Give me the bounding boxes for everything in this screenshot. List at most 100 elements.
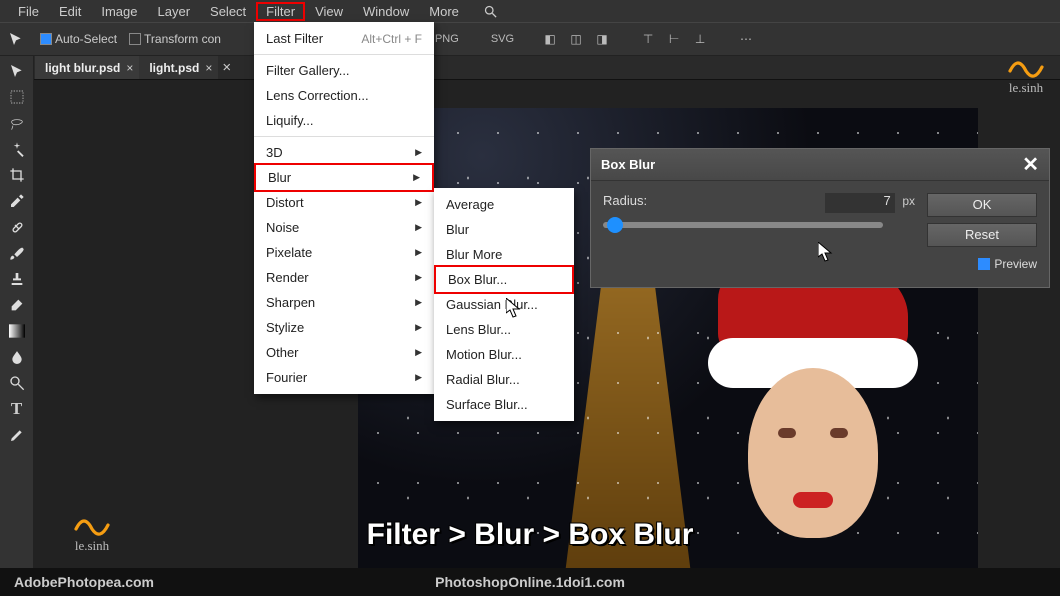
move-tool[interactable] bbox=[3, 59, 31, 83]
menu-gaussian-blur[interactable]: Gaussian Blur... bbox=[434, 292, 574, 317]
submenu-sharpen[interactable]: Sharpen bbox=[254, 290, 434, 315]
menu-filter-gallery[interactable]: Filter Gallery... bbox=[254, 58, 434, 83]
auto-select-checkbox[interactable]: Auto-Select bbox=[40, 32, 117, 46]
box-blur-dialog: Box Blur ✕ Radius: 7 px OK Reset Preview bbox=[590, 148, 1050, 288]
blur-submenu: Average Blur Blur More Box Blur... Gauss… bbox=[434, 188, 574, 421]
radius-label: Radius: bbox=[603, 193, 647, 208]
align-right-icon[interactable]: ◨ bbox=[592, 29, 612, 49]
menu-layer[interactable]: Layer bbox=[148, 2, 201, 21]
menu-liquify[interactable]: Liquify... bbox=[254, 108, 434, 133]
slider-thumb[interactable] bbox=[607, 217, 623, 233]
menu-item-label: Sharpen bbox=[266, 295, 315, 310]
align-bottom-icon[interactable]: ⊥ bbox=[690, 29, 710, 49]
menu-item-label: Pixelate bbox=[266, 245, 312, 260]
crop-tool[interactable] bbox=[3, 163, 31, 187]
menu-lens-correction[interactable]: Lens Correction... bbox=[254, 83, 434, 108]
submenu-3d[interactable]: 3D bbox=[254, 140, 434, 165]
reset-button[interactable]: Reset bbox=[927, 223, 1037, 247]
menu-select[interactable]: Select bbox=[200, 2, 256, 21]
menu-radial-blur[interactable]: Radial Blur... bbox=[434, 367, 574, 392]
menu-view[interactable]: View bbox=[305, 2, 353, 21]
menu-image[interactable]: Image bbox=[91, 2, 147, 21]
close-icon[interactable]: ✕ bbox=[1022, 152, 1039, 177]
submenu-noise[interactable]: Noise bbox=[254, 215, 434, 240]
menu-box-blur[interactable]: Box Blur... bbox=[434, 265, 574, 294]
pen-tool[interactable] bbox=[3, 423, 31, 447]
export-svg-label: SVG bbox=[491, 33, 514, 45]
submenu-fourier[interactable]: Fourier bbox=[254, 365, 434, 390]
blur-tool[interactable] bbox=[3, 345, 31, 369]
submenu-render[interactable]: Render bbox=[254, 265, 434, 290]
dodge-tool[interactable] bbox=[3, 371, 31, 395]
submenu-distort[interactable]: Distort bbox=[254, 190, 434, 215]
options-toolbar: Auto-Select Transform con PNG SVG ◧ ◫ ◨ … bbox=[0, 22, 1060, 56]
wand-tool[interactable] bbox=[3, 137, 31, 161]
menu-item-label: Fourier bbox=[266, 370, 307, 385]
menu-window[interactable]: Window bbox=[353, 2, 419, 21]
search-icon[interactable] bbox=[473, 2, 508, 21]
heal-tool[interactable] bbox=[3, 215, 31, 239]
menu-file[interactable]: File bbox=[8, 2, 49, 21]
menu-lens-blur[interactable]: Lens Blur... bbox=[434, 317, 574, 342]
align-center-icon[interactable]: ◫ bbox=[566, 29, 586, 49]
preview-label: Preview bbox=[994, 257, 1037, 271]
eraser-tool[interactable] bbox=[3, 293, 31, 317]
document-tabbar: light blur.psd × light.psd × × bbox=[0, 56, 1060, 80]
align-middle-icon[interactable]: ⊢ bbox=[664, 29, 684, 49]
menu-item-label: Liquify... bbox=[266, 113, 313, 128]
radius-slider[interactable] bbox=[603, 222, 883, 228]
transform-controls-label: Transform con bbox=[144, 32, 221, 46]
footer-left: AdobePhotopea.com bbox=[14, 574, 154, 590]
menu-item-label: Render bbox=[266, 270, 309, 285]
submenu-other[interactable]: Other bbox=[254, 340, 434, 365]
brush-tool[interactable] bbox=[3, 241, 31, 265]
menu-blur-more[interactable]: Blur More bbox=[434, 242, 574, 267]
close-icon[interactable]: × bbox=[126, 61, 133, 75]
menu-item-label: 3D bbox=[266, 145, 283, 160]
submenu-blur[interactable]: Blur bbox=[254, 163, 434, 192]
menu-item-label: Other bbox=[266, 345, 299, 360]
ok-button[interactable]: OK bbox=[927, 193, 1037, 217]
menu-average[interactable]: Average bbox=[434, 192, 574, 217]
export-svg-button[interactable] bbox=[465, 29, 485, 49]
menu-item-label: Blur bbox=[268, 170, 291, 185]
tab-label: light blur.psd bbox=[45, 61, 120, 75]
menu-shortcut: Alt+Ctrl + F bbox=[361, 32, 422, 46]
tab-label: light.psd bbox=[149, 61, 199, 75]
move-tool-icon bbox=[4, 27, 28, 51]
tab-light-blur[interactable]: light blur.psd × bbox=[35, 56, 139, 79]
preview-checkbox[interactable]: Preview bbox=[927, 257, 1037, 271]
align-top-icon[interactable]: ⊤ bbox=[638, 29, 658, 49]
radius-input[interactable]: 7 bbox=[825, 193, 895, 213]
transform-controls-checkbox[interactable]: Transform con bbox=[129, 32, 221, 46]
menu-surface-blur[interactable]: Surface Blur... bbox=[434, 392, 574, 417]
eyedropper-tool[interactable] bbox=[3, 189, 31, 213]
type-tool[interactable]: T bbox=[3, 397, 31, 421]
menu-item-label: Distort bbox=[266, 195, 304, 210]
dialog-title: Box Blur bbox=[601, 157, 655, 172]
align-left-icon[interactable]: ◧ bbox=[540, 29, 560, 49]
close-all-icon[interactable]: × bbox=[222, 59, 231, 76]
marquee-tool[interactable] bbox=[3, 85, 31, 109]
radius-unit: px bbox=[902, 194, 915, 208]
lasso-tool[interactable] bbox=[3, 111, 31, 135]
footer-mid: PhotoshopOnline.1doi1.com bbox=[435, 574, 625, 590]
more-options-icon[interactable]: ⋯ bbox=[736, 29, 756, 49]
footer: AdobePhotopea.com PhotoshopOnline.1doi1.… bbox=[0, 568, 1060, 596]
menu-edit[interactable]: Edit bbox=[49, 2, 91, 21]
dialog-titlebar[interactable]: Box Blur ✕ bbox=[591, 149, 1049, 181]
submenu-pixelate[interactable]: Pixelate bbox=[254, 240, 434, 265]
close-icon[interactable]: × bbox=[205, 61, 212, 75]
filter-menu-dropdown: Last Filter Alt+Ctrl + F Filter Gallery.… bbox=[254, 22, 434, 394]
export-png-label: PNG bbox=[435, 33, 459, 45]
menu-more[interactable]: More bbox=[419, 2, 469, 21]
stamp-tool[interactable] bbox=[3, 267, 31, 291]
menu-filter[interactable]: Filter bbox=[256, 2, 305, 21]
menu-last-filter[interactable]: Last Filter Alt+Ctrl + F bbox=[254, 26, 434, 51]
menu-blur[interactable]: Blur bbox=[434, 217, 574, 242]
tab-light[interactable]: light.psd × bbox=[139, 56, 218, 79]
submenu-stylize[interactable]: Stylize bbox=[254, 315, 434, 340]
menu-motion-blur[interactable]: Motion Blur... bbox=[434, 342, 574, 367]
gradient-tool[interactable] bbox=[3, 319, 31, 343]
menu-item-label: Stylize bbox=[266, 320, 304, 335]
